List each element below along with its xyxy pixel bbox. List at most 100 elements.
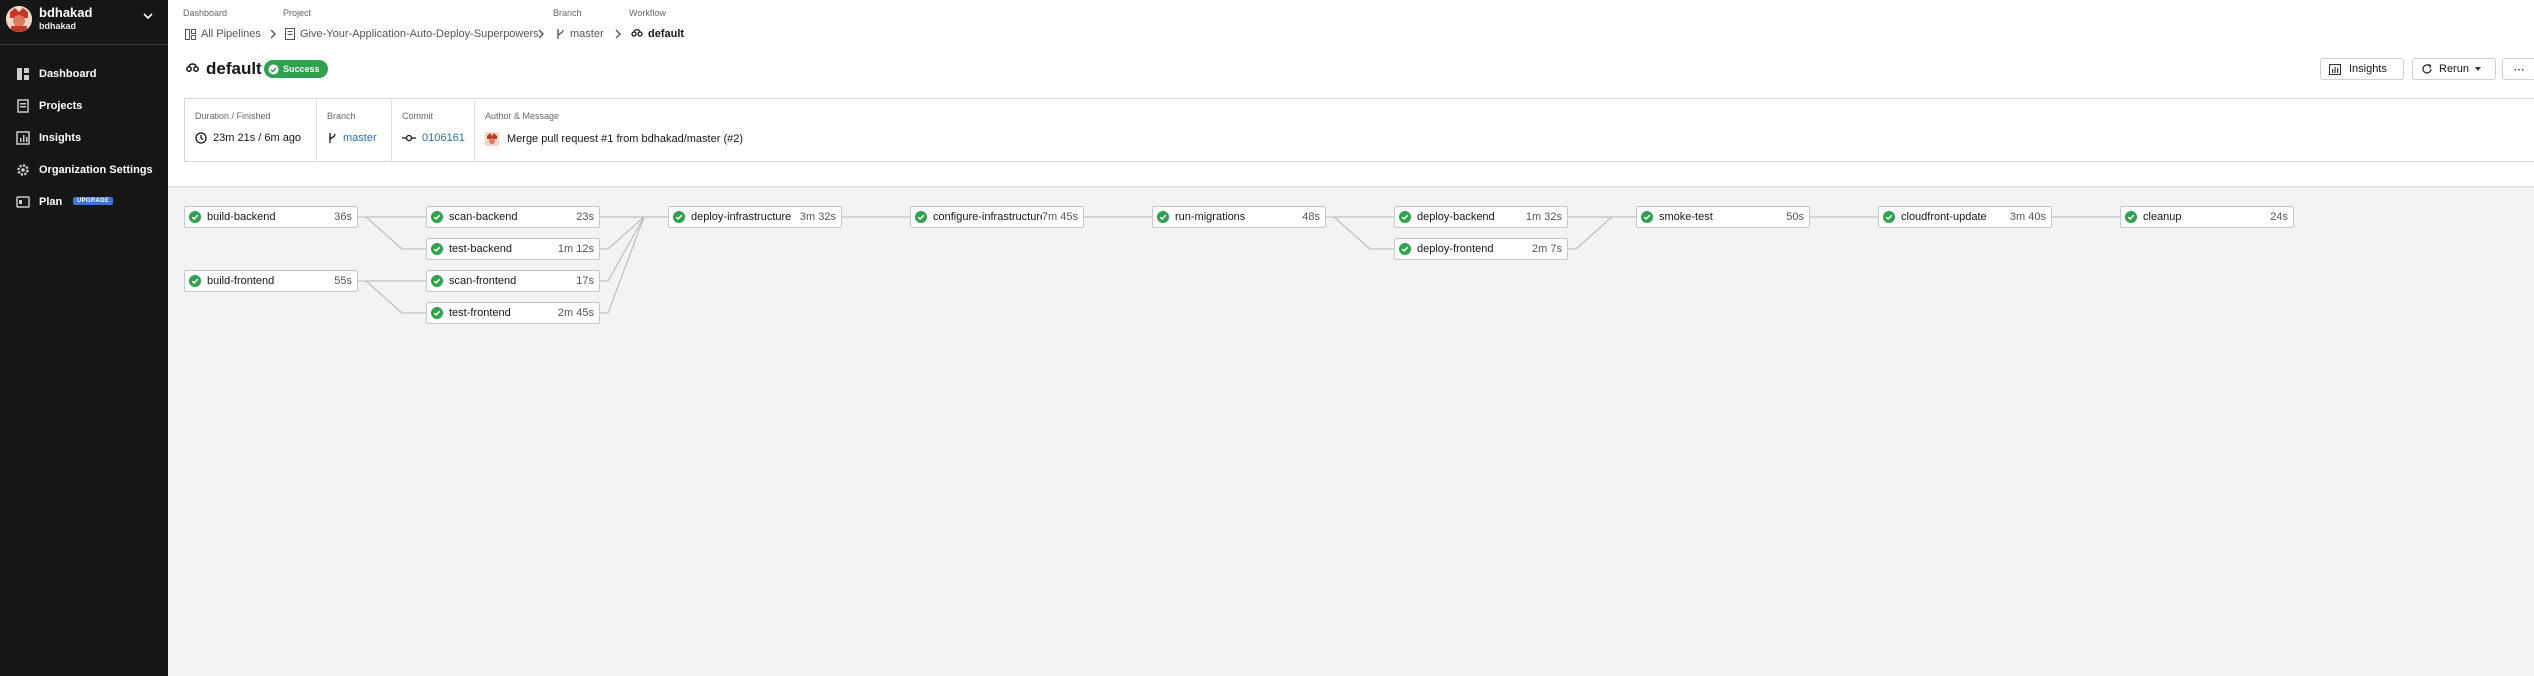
breadcrumb-text: Give-Your-Application-Auto-Deploy-Superp… <box>300 28 539 40</box>
job-configure-infrastructure[interactable]: configure-infrastructure 7m 45s <box>910 206 1084 228</box>
more-icon: ⋯ <box>2513 63 2525 76</box>
insights-icon <box>16 131 30 145</box>
connector-line <box>358 216 426 250</box>
project-icon <box>285 28 295 40</box>
job-name: deploy-frontend <box>1417 243 1494 255</box>
breadcrumb-text: All Pipelines <box>201 28 261 40</box>
check-circle-icon <box>431 307 443 319</box>
job-name: scan-frontend <box>449 275 517 287</box>
commit-link[interactable]: 0106161 <box>422 132 465 144</box>
check-circle-icon <box>189 211 201 223</box>
job-scan-frontend[interactable]: scan-frontend 17s <box>426 270 600 292</box>
commit-label: Commit <box>402 111 433 121</box>
job-duration: 48s <box>1302 211 1320 223</box>
connector-line <box>600 216 668 282</box>
commit-value[interactable]: 0106161 <box>402 132 465 144</box>
job-deploy-backend[interactable]: deploy-backend 1m 32s <box>1394 206 1568 228</box>
job-duration: 3m 32s <box>799 211 836 223</box>
chevron-right-icon <box>615 29 621 39</box>
breadcrumb-label-workflow: Workflow <box>629 8 666 18</box>
job-duration: 3m 40s <box>2009 211 2046 223</box>
job-test-frontend[interactable]: test-frontend 2m 45s <box>426 302 600 324</box>
chevron-down-icon[interactable] <box>142 10 154 22</box>
org-name: bdhakad <box>39 5 93 20</box>
insights-icon <box>2329 63 2341 75</box>
job-deploy-frontend[interactable]: deploy-frontend 2m 7s <box>1394 238 1568 260</box>
job-name: deploy-infrastructure <box>691 211 792 223</box>
job-name: run-migrations <box>1175 211 1246 223</box>
more-options-button[interactable]: ⋯ <box>2502 58 2534 80</box>
projects-icon <box>17 99 29 113</box>
breadcrumb-project[interactable]: Give-Your-Application-Auto-Deploy-Superp… <box>285 27 539 41</box>
chevron-right-icon <box>270 29 276 39</box>
connector-line <box>600 216 668 314</box>
author-avatar <box>485 132 499 146</box>
sidebar-item-insights[interactable]: Insights <box>0 125 168 151</box>
duration-value: 23m 21s / 6m ago <box>195 132 301 144</box>
check-circle-icon <box>915 211 927 223</box>
branch-label: Branch <box>327 111 356 121</box>
job-name: cloudfront-update <box>1901 211 1987 223</box>
duration-label: Duration / Finished <box>195 111 271 121</box>
job-duration: 17s <box>576 275 594 287</box>
job-name: test-backend <box>449 243 512 255</box>
job-smoke-test[interactable]: smoke-test 50s <box>1636 206 1810 228</box>
connector-line <box>358 280 426 314</box>
sidebar-item-dashboard[interactable]: Dashboard <box>0 61 168 87</box>
sidebar-item-label: Organization Settings <box>39 164 153 176</box>
insights-button-label: Insights <box>2349 63 2387 75</box>
job-cleanup[interactable]: cleanup 24s <box>2120 206 2294 228</box>
job-name: build-backend <box>207 211 276 223</box>
sidebar-item-label: Plan <box>39 196 63 208</box>
dashboard-icon <box>17 68 29 80</box>
sidebar-item-projects[interactable]: Projects <box>0 93 168 119</box>
job-scan-backend[interactable]: scan-backend 23s <box>426 206 600 228</box>
sidebar-item-plan[interactable]: Plan UPGRADE <box>0 189 168 215</box>
job-build-backend[interactable]: build-backend 36s <box>184 206 358 228</box>
main-content: Dashboard Project Branch Workflow All Pi… <box>168 0 2534 676</box>
branch-link[interactable]: master <box>343 132 377 144</box>
org-username: bdhakad <box>39 21 77 31</box>
job-deploy-infrastructure[interactable]: deploy-infrastructure 3m 32s <box>668 206 842 228</box>
author-label: Author & Message <box>485 111 560 121</box>
job-build-frontend[interactable]: build-frontend 55s <box>184 270 358 292</box>
job-cloudfront-update[interactable]: cloudfront-update 3m 40s <box>1878 206 2052 228</box>
clock-icon <box>195 132 207 144</box>
duration-text: 23m 21s / 6m ago <box>213 132 302 144</box>
breadcrumb-label-project: Project <box>283 8 312 18</box>
breadcrumb-dashboard[interactable]: All Pipelines <box>185 27 261 41</box>
breadcrumb-label-dashboard: Dashboard <box>183 8 228 18</box>
job-name: deploy-backend <box>1417 211 1495 223</box>
org-switcher[interactable]: bdhakad bdhakad <box>0 0 168 45</box>
job-run-migrations[interactable]: run-migrations 48s <box>1152 206 1326 228</box>
check-circle-icon <box>1883 211 1895 223</box>
connector-line <box>1568 216 1636 250</box>
workflow-icon <box>186 63 199 72</box>
job-name: configure-infrastructure <box>933 211 1047 223</box>
rerun-button-label: Rerun <box>2439 63 2469 75</box>
job-duration: 2m 7s <box>1532 243 1562 255</box>
check-circle-icon <box>1641 211 1653 223</box>
dashboard-icon <box>185 28 196 40</box>
job-duration: 23s <box>576 211 594 223</box>
check-circle-icon <box>673 211 685 223</box>
refresh-icon <box>2422 63 2432 74</box>
job-duration: 36s <box>334 211 352 223</box>
job-duration: 7m 45s <box>1041 211 1078 223</box>
branch-value[interactable]: master <box>327 132 377 144</box>
job-name: scan-backend <box>449 211 518 223</box>
sidebar-item-organization-settings[interactable]: Organization Settings <box>0 157 168 183</box>
breadcrumb-workflow[interactable]: default <box>631 27 684 41</box>
job-name: cleanup <box>2143 211 2182 223</box>
insights-button[interactable]: Insights <box>2320 58 2404 80</box>
rerun-button[interactable]: Rerun <box>2412 58 2496 80</box>
job-name: test-frontend <box>449 307 511 319</box>
job-test-backend[interactable]: test-backend 1m 12s <box>426 238 600 260</box>
breadcrumb-label-branch: Branch <box>553 8 582 18</box>
upgrade-badge[interactable]: UPGRADE <box>73 197 114 205</box>
job-duration: 2m 45s <box>557 307 594 319</box>
job-duration: 50s <box>1786 211 1804 223</box>
commit-section: Commit 0106161 <box>391 99 475 161</box>
breadcrumb-branch[interactable]: master <box>555 27 604 41</box>
gear-icon <box>17 164 29 176</box>
